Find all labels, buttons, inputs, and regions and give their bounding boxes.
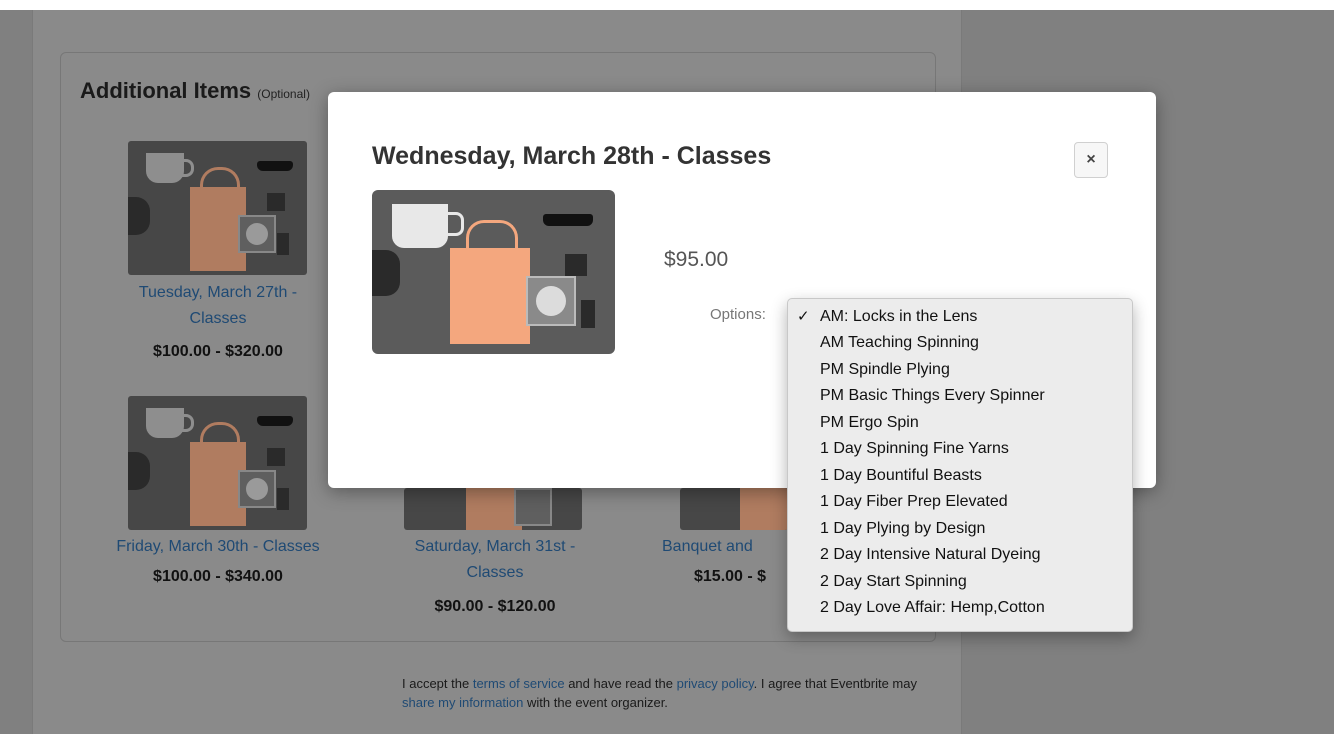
item-thumbnail-saturday[interactable]: [404, 488, 582, 530]
sunglasses-icon: [257, 161, 293, 171]
close-icon: ×: [1086, 151, 1096, 168]
shopping-bag-icon: [450, 220, 530, 344]
privacy-policy-link[interactable]: privacy policy: [677, 676, 754, 691]
options-label: Options:: [710, 306, 766, 323]
dropdown-option[interactable]: 1 Day Bountiful Beasts: [788, 463, 1132, 489]
dropdown-option-label: 2 Day Intensive Natural Dyeing: [820, 546, 1041, 563]
checkmark-icon: ✓: [797, 308, 810, 325]
cd-case-icon: [514, 488, 552, 526]
item-thumbnail-friday[interactable]: [128, 396, 307, 530]
dropdown-option[interactable]: PM Spindle Plying: [788, 357, 1132, 383]
top-band: [0, 0, 1334, 10]
dropdown-option[interactable]: 1 Day Fiber Prep Elevated: [788, 489, 1132, 515]
terms-text-part: with the event organizer.: [523, 695, 668, 710]
dropdown-option[interactable]: PM Basic Things Every Spinner: [788, 383, 1132, 409]
item-title-line[interactable]: Classes: [380, 560, 610, 586]
tshirt-icon: [267, 193, 285, 211]
sunglasses-icon: [543, 214, 593, 226]
item-title-tuesday[interactable]: Tuesday, March 27th - Classes: [98, 280, 338, 332]
modal-price: $95.00: [664, 248, 729, 271]
item-title-line[interactable]: Saturday, March 31st -: [380, 534, 610, 560]
item-title-saturday[interactable]: Saturday, March 31st - Classes: [380, 534, 610, 586]
dropdown-option-label: 2 Day Start Spinning: [820, 573, 967, 590]
shirt-icon: [372, 250, 400, 296]
dropdown-option[interactable]: 2 Day Love Affair: Hemp,Cotton: [788, 595, 1132, 621]
dropdown-option-label: 2 Day Love Affair: Hemp,Cotton: [820, 599, 1045, 616]
dropdown-option-label: 1 Day Bountiful Beasts: [820, 467, 982, 484]
item-title-line[interactable]: Classes: [98, 306, 338, 332]
terms-text-part: I accept the: [402, 676, 473, 691]
disc-icon: [536, 286, 566, 316]
dropdown-option-label: PM Basic Things Every Spinner: [820, 387, 1045, 404]
terms-text: I accept the terms of service and have r…: [402, 674, 922, 712]
disc-icon: [246, 478, 268, 500]
item-title-friday[interactable]: Friday, March 30th - Classes: [78, 534, 358, 560]
modal-title: Wednesday, March 28th - Classes: [372, 142, 772, 170]
cd-case-icon: [526, 276, 576, 326]
close-button[interactable]: ×: [1074, 142, 1108, 178]
dropdown-option[interactable]: 2 Day Intensive Natural Dyeing: [788, 542, 1132, 568]
additional-items-heading-text: Additional Items: [80, 78, 252, 103]
dropdown-option[interactable]: PM Ergo Spin: [788, 410, 1132, 436]
dropdown-option-label: PM Spindle Plying: [820, 361, 950, 378]
additional-items-optional-note: (Optional): [257, 87, 310, 101]
item-price-tuesday: $100.00 - $320.00: [153, 343, 283, 360]
dropdown-option-label: 1 Day Spinning Fine Yarns: [820, 440, 1009, 457]
shirt-icon: [128, 452, 150, 490]
dropdown-option[interactable]: 2 Day Start Spinning: [788, 569, 1132, 595]
mug-icon: [392, 204, 464, 248]
cup-icon: [581, 300, 595, 328]
dropdown-option[interactable]: AM Teaching Spinning: [788, 330, 1132, 356]
options-dropdown-menu[interactable]: ✓ AM: Locks in the Lens AM Teaching Spin…: [787, 298, 1133, 632]
dropdown-option[interactable]: ✓ AM: Locks in the Lens: [788, 304, 1132, 330]
item-thumbnail-banquet[interactable]: [680, 488, 788, 530]
terms-text-part: and have read the: [564, 676, 677, 691]
item-thumbnail-tuesday[interactable]: [128, 141, 307, 275]
sunglasses-icon: [257, 416, 293, 426]
item-price-saturday: $90.00 - $120.00: [434, 598, 556, 615]
shopping-bag-icon: [740, 488, 788, 530]
dropdown-option-label: PM Ergo Spin: [820, 414, 919, 431]
disc-icon: [246, 223, 268, 245]
cd-case-icon: [238, 215, 276, 253]
terms-text-part: . I agree that Eventbrite may: [753, 676, 917, 691]
dropdown-option-label: 1 Day Plying by Design: [820, 520, 986, 537]
item-title-line[interactable]: Tuesday, March 27th -: [98, 280, 338, 306]
dropdown-option[interactable]: 1 Day Plying by Design: [788, 516, 1132, 542]
terms-of-service-link[interactable]: terms of service: [473, 676, 565, 691]
cup-icon: [277, 233, 289, 255]
dropdown-option-label: AM Teaching Spinning: [820, 334, 979, 351]
modal-product-image: [372, 190, 615, 354]
additional-items-heading: Additional Items (Optional): [80, 78, 310, 104]
dropdown-option-label: AM: Locks in the Lens: [820, 308, 978, 325]
share-my-information-link[interactable]: share my information: [402, 695, 523, 710]
tshirt-icon: [565, 254, 587, 276]
dropdown-option[interactable]: 1 Day Spinning Fine Yarns: [788, 436, 1132, 462]
item-title-banquet[interactable]: Banquet and: [662, 534, 786, 560]
dropdown-option-label: 1 Day Fiber Prep Elevated: [820, 493, 1008, 510]
mug-icon: [146, 408, 194, 438]
shirt-icon: [128, 197, 150, 235]
cup-icon: [277, 488, 289, 510]
cd-case-icon: [238, 470, 276, 508]
tshirt-icon: [267, 448, 285, 466]
mug-icon: [146, 153, 194, 183]
item-price-friday: $100.00 - $340.00: [153, 568, 283, 585]
item-price-banquet: $15.00 - $: [694, 568, 767, 585]
